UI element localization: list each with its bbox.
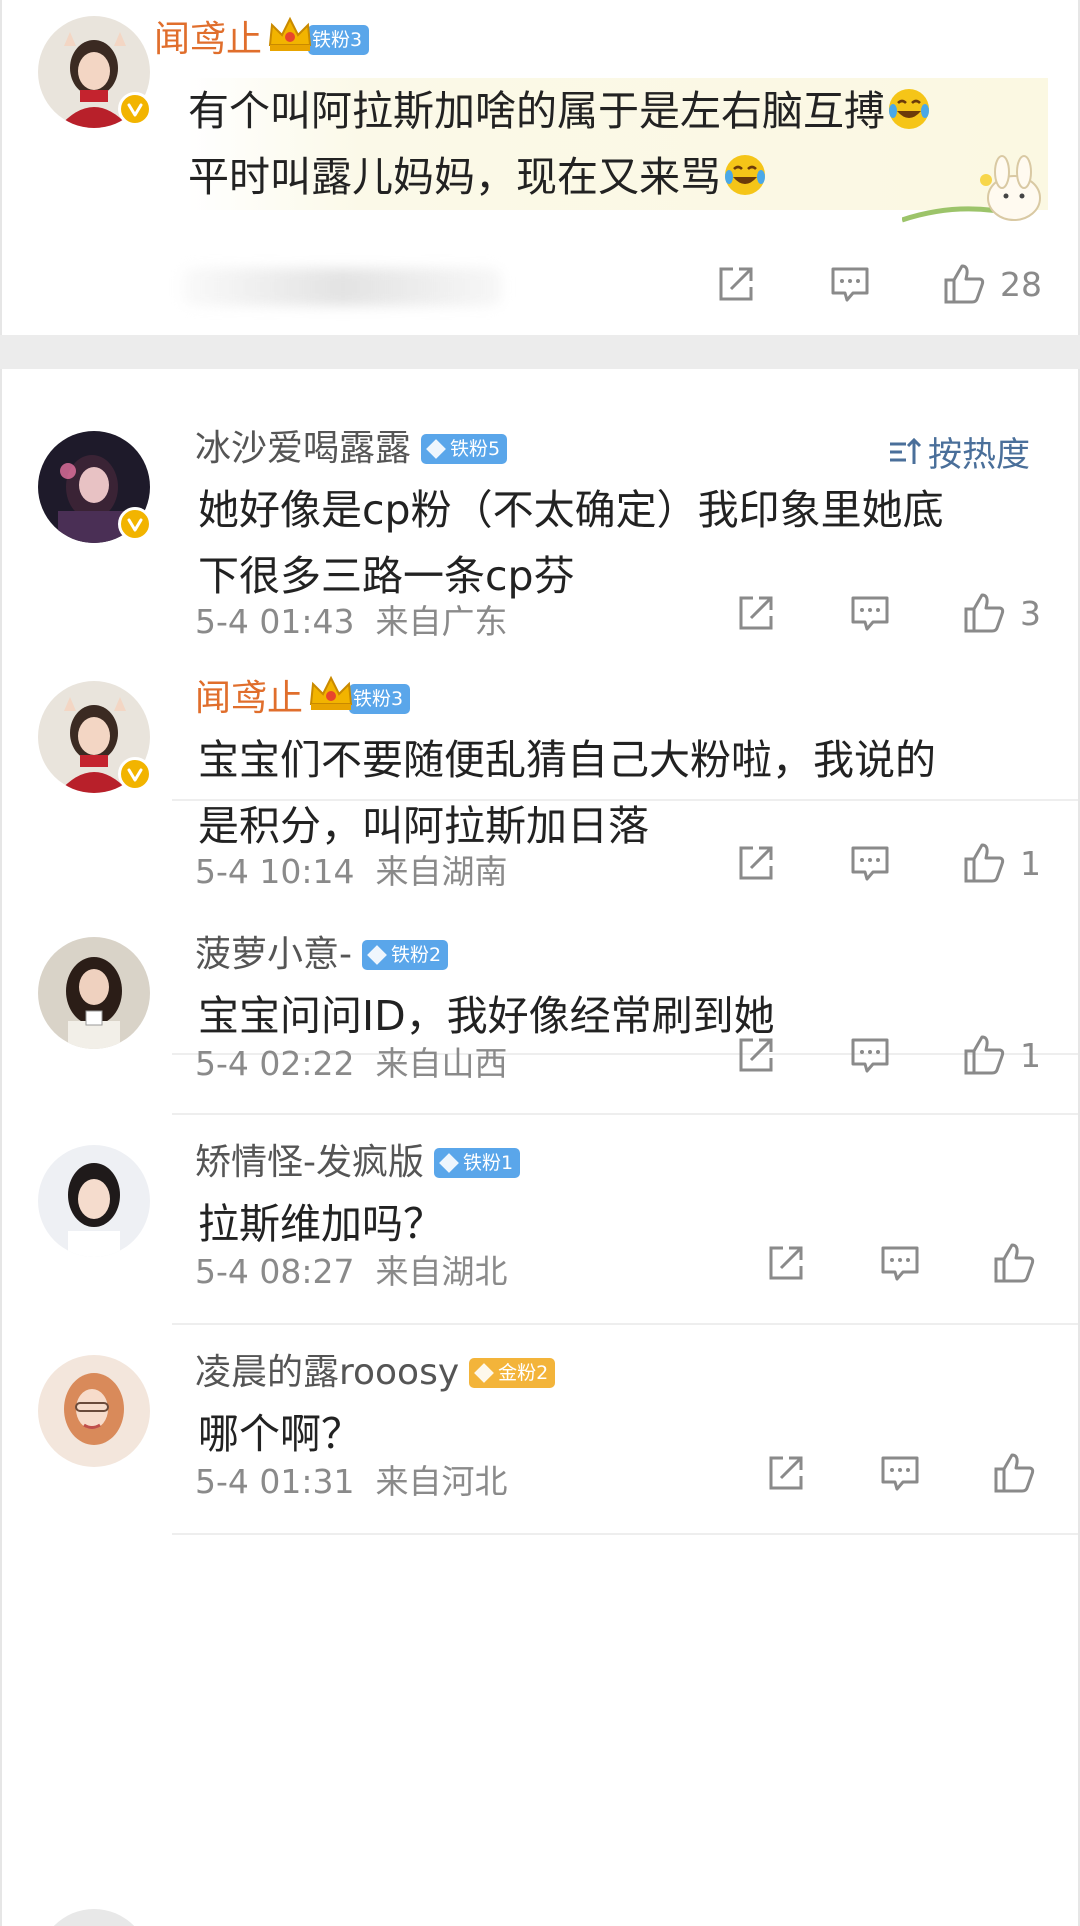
comment-text: 她好像是cp粉（不太确定）我印象里她底 下很多三路一条cp芬 — [198, 486, 944, 600]
like-count: 1 — [1020, 1035, 1041, 1075]
thumbs-up-icon[interactable] — [962, 1033, 1006, 1077]
action-bar: 28 — [714, 262, 1042, 306]
username[interactable]: 闻鸢止 — [195, 677, 303, 721]
location: 来自山西 — [375, 1044, 508, 1083]
verified-badge-icon — [118, 507, 152, 541]
section-divider — [0, 335, 1080, 369]
laugh-cry-emoji-icon — [725, 155, 765, 195]
avatar-image — [38, 1145, 150, 1257]
divider — [172, 1323, 1078, 1325]
avatar[interactable] — [38, 681, 152, 793]
avatar[interactable] — [38, 937, 150, 1049]
share-icon[interactable] — [764, 1241, 808, 1285]
location: 来自湖北 — [375, 1252, 508, 1291]
like-count: 28 — [1000, 264, 1042, 304]
comment-icon[interactable] — [828, 262, 872, 306]
comment-icon[interactable] — [878, 1241, 922, 1285]
username-row: 凌晨的露rooosy 金粉2 — [195, 1351, 556, 1395]
timestamp: 5-4 01:43 — [195, 602, 355, 641]
username-row: 闻鸢止 铁粉3 — [154, 16, 370, 62]
crown-icon — [309, 675, 353, 710]
comment-meta: 5-4 01:31 来自河北 — [195, 1455, 507, 1503]
timestamp: 5-4 08:27 — [195, 1252, 355, 1291]
action-bar — [764, 1451, 1036, 1495]
comment-meta: 5-4 02:22 来自山西 — [195, 1037, 507, 1085]
thumbs-up-icon[interactable] — [962, 841, 1006, 885]
comment-icon[interactable] — [848, 1033, 892, 1077]
avatar[interactable] — [38, 16, 152, 128]
avatar[interactable] — [38, 1909, 150, 1926]
username-row: 冰沙爱喝露露 铁粉5 — [195, 427, 508, 471]
sort-icon — [890, 437, 922, 464]
comment-text: 宝宝们不要随便乱猜自己大粉啦，我说的 是积分，叫阿拉斯加日落 — [198, 736, 936, 850]
reply-list: 按热度 冰沙爱喝露露 铁粉5 她好像是cp粉（不太确定）我印象里她底 下很多三路… — [0, 369, 1080, 1926]
blurred-text — [182, 268, 502, 306]
crown-icon — [268, 16, 312, 51]
share-icon[interactable] — [764, 1451, 808, 1495]
action-bar: 1 — [734, 841, 1041, 885]
thumbs-up-icon[interactable] — [942, 262, 986, 306]
username[interactable]: 凌晨的露rooosy — [195, 1351, 459, 1395]
sort-by-heat-button[interactable]: 按热度 — [886, 427, 1030, 476]
thumbs-up-icon[interactable] — [992, 1241, 1036, 1285]
fan-badge: 铁粉5 — [421, 434, 508, 464]
top-comment-card: 闻鸢止 铁粉3 有个叫阿拉斯加啥的属于是左右脑互搏 平时叫露儿妈妈，现在又来骂 — [0, 0, 1080, 335]
timestamp: 5-4 10:14 — [195, 852, 355, 891]
divider — [172, 1533, 1078, 1535]
timestamp: 5-4 02:22 — [195, 1044, 355, 1083]
divider — [172, 1113, 1078, 1115]
username-row: 闻鸢止 铁粉3 — [195, 675, 411, 721]
avatar[interactable] — [38, 1355, 150, 1467]
username[interactable]: 菠萝小意- — [195, 933, 352, 977]
comment-meta: 5-4 08:27 来自湖北 — [195, 1245, 507, 1293]
avatar-image — [38, 1355, 150, 1467]
username-row: 菠萝小意- 铁粉2 — [195, 933, 449, 977]
location: 来自湖南 — [375, 852, 508, 891]
comment-icon[interactable] — [848, 841, 892, 885]
share-icon[interactable] — [714, 262, 758, 306]
action-bar: 3 — [734, 591, 1041, 635]
comment-meta: 5-4 01:43 来自广东 — [195, 595, 507, 643]
verified-badge-icon — [118, 92, 152, 126]
fan-badge: 铁粉3 — [268, 16, 370, 55]
share-icon[interactable] — [734, 591, 778, 635]
like-count: 1 — [1020, 843, 1041, 883]
action-bar — [764, 1241, 1036, 1285]
action-bar: 1 — [734, 1033, 1041, 1077]
username-row: 矫情怪-发疯版 铁粉1 — [195, 1141, 521, 1185]
avatar-image — [38, 1909, 150, 1926]
avatar[interactable] — [38, 1145, 150, 1257]
fan-badge: 金粉2 — [469, 1358, 556, 1388]
username[interactable]: 矫情怪-发疯版 — [195, 1141, 424, 1185]
location: 来自河北 — [375, 1462, 508, 1501]
username[interactable]: 冰沙爱喝露露 — [195, 427, 411, 471]
comment-icon[interactable] — [848, 591, 892, 635]
fan-badge: 铁粉2 — [362, 940, 449, 970]
verified-badge-icon — [118, 757, 152, 791]
avatar[interactable] — [38, 431, 152, 543]
username[interactable]: 闻鸢止 — [154, 18, 262, 62]
share-icon[interactable] — [734, 1033, 778, 1077]
timestamp: 5-4 01:31 — [195, 1462, 355, 1501]
like-count: 3 — [1020, 593, 1041, 633]
thumbs-up-icon[interactable] — [962, 591, 1006, 635]
avatar-image — [38, 937, 150, 1049]
location: 来自广东 — [375, 602, 508, 641]
laugh-cry-emoji-icon — [889, 89, 929, 129]
share-icon[interactable] — [734, 841, 778, 885]
comment-meta: 5-4 10:14 来自湖南 — [195, 845, 507, 893]
bunny-sticker-icon — [902, 155, 1041, 223]
fan-badge: 铁粉3 — [309, 675, 411, 714]
comment-icon[interactable] — [878, 1451, 922, 1495]
fan-badge: 铁粉1 — [434, 1148, 521, 1178]
thumbs-up-icon[interactable] — [992, 1451, 1036, 1495]
